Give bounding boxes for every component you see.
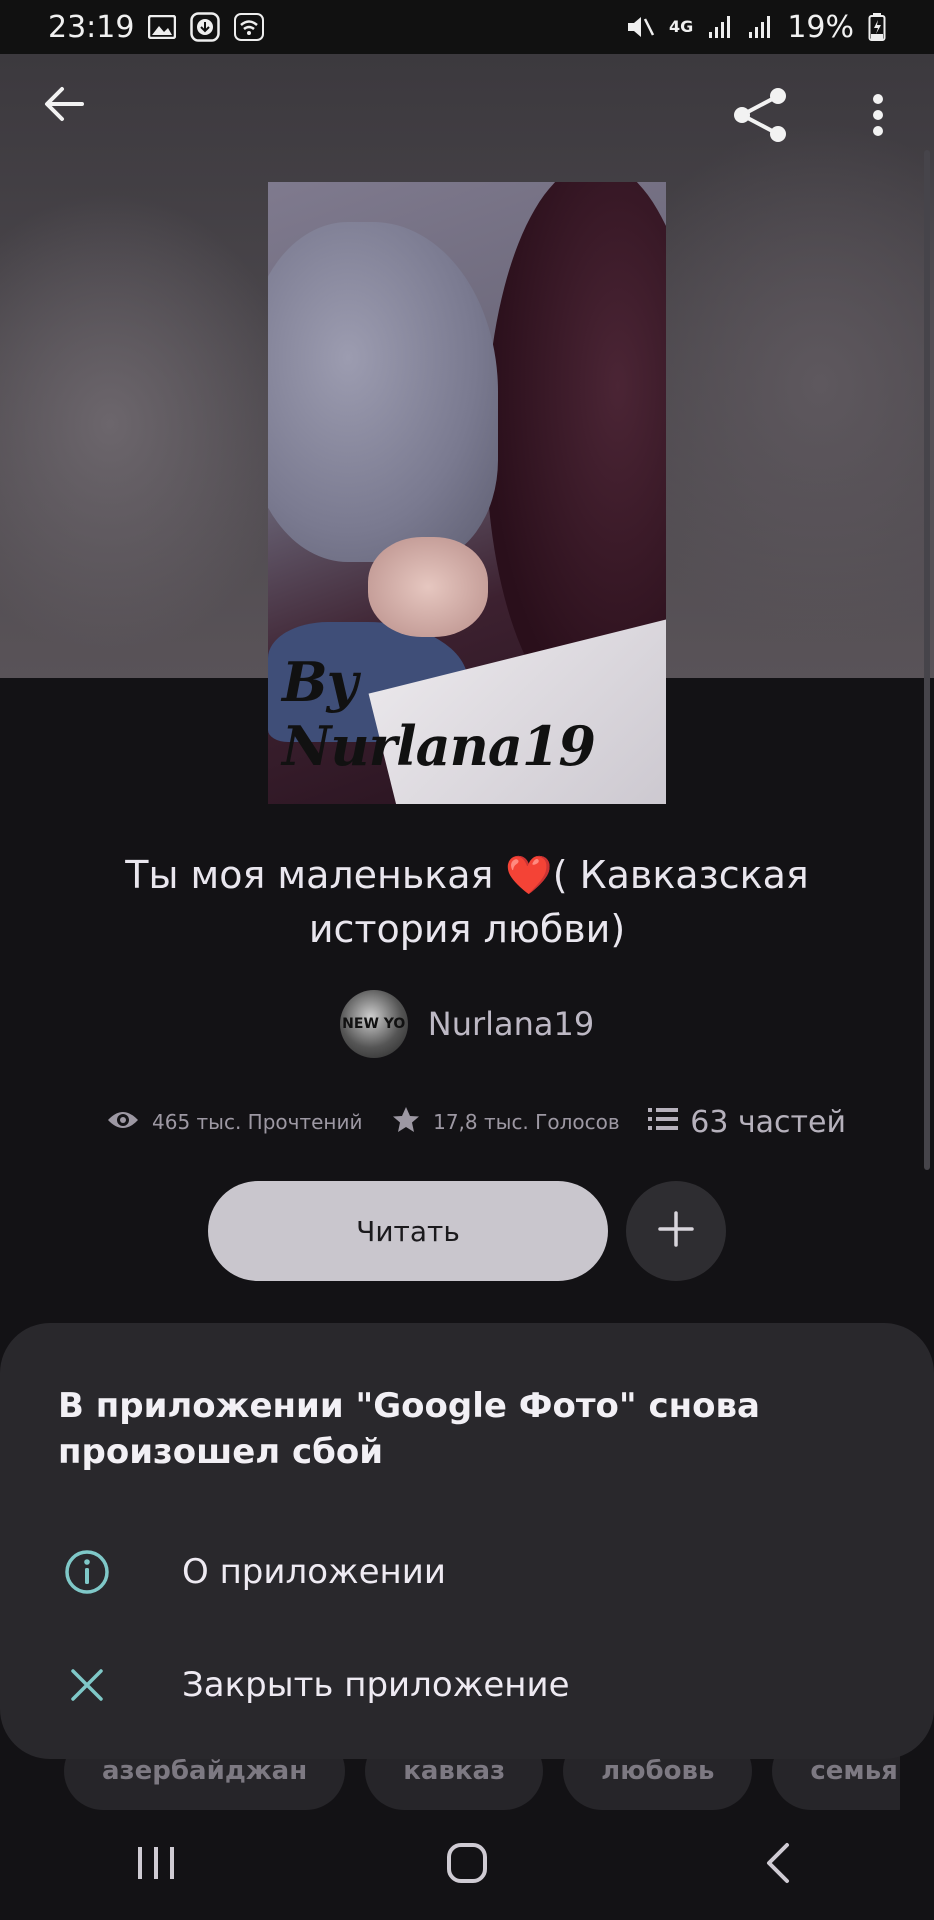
parts-stat[interactable]: 63 частей xyxy=(648,1105,846,1140)
info-icon xyxy=(58,1543,116,1601)
share-button[interactable] xyxy=(728,86,794,148)
signal-icon xyxy=(747,14,773,40)
arrow-left-icon xyxy=(42,84,86,128)
reads-count: 465 тыс. Прочтений xyxy=(152,1110,363,1134)
image-icon xyxy=(148,15,177,39)
scroll-indicator[interactable] xyxy=(924,150,930,1170)
back-button[interactable] xyxy=(38,80,90,132)
parts-count: 63 частей xyxy=(690,1104,846,1140)
close-icon xyxy=(58,1656,116,1714)
book-cover[interactable]: By Nurlana19 xyxy=(268,182,666,804)
votes-stat: 17,8 тыс. Голосов xyxy=(391,1105,620,1140)
avatar-text: NEW YO xyxy=(342,1016,406,1032)
add-to-library-button[interactable] xyxy=(626,1181,726,1281)
dialog-title: В приложении "Google Фото" снова произош… xyxy=(58,1386,760,1472)
more-vertical-icon xyxy=(872,93,884,141)
cover-byline: By Nurlana19 xyxy=(282,650,596,778)
share-icon xyxy=(731,86,791,148)
mute-icon xyxy=(625,13,655,41)
avatar: NEW YO xyxy=(339,990,408,1058)
battery-charging-icon xyxy=(868,12,886,42)
app-info-option[interactable]: О приложении xyxy=(58,1537,878,1607)
plus-icon xyxy=(656,1209,696,1253)
home-button[interactable] xyxy=(407,1825,527,1905)
votes-count: 17,8 тыс. Голосов xyxy=(433,1110,620,1134)
app-crash-dialog: В приложении "Google Фото" снова произош… xyxy=(0,1323,934,1759)
status-bar-right: 4G 19% xyxy=(625,10,886,45)
nav-back-button[interactable] xyxy=(718,1825,838,1905)
story-title: Ты моя маленькая ❤️( Кавказская история … xyxy=(125,853,809,951)
more-options-button[interactable] xyxy=(860,88,896,146)
status-bar: 23:19 4G 19% xyxy=(0,0,934,54)
app-info-label: О приложении xyxy=(182,1552,446,1592)
reads-stat: 465 тыс. Прочтений xyxy=(106,1108,363,1137)
recent-apps-button[interactable] xyxy=(96,1825,216,1905)
download-icon xyxy=(190,12,221,42)
4g-icon: 4G xyxy=(669,17,694,36)
recent-apps-icon xyxy=(134,1843,178,1887)
author-link[interactable]: NEW YO Nurlana19 xyxy=(0,990,934,1058)
status-bar-left: 23:19 xyxy=(48,9,265,45)
eye-icon xyxy=(106,1108,140,1137)
read-button[interactable]: Читать xyxy=(208,1181,608,1281)
close-app-option[interactable]: Закрыть приложение xyxy=(58,1650,878,1720)
story-stats: 465 тыс. Прочтений 17,8 тыс. Голосов 63 … xyxy=(106,1102,846,1142)
system-nav-bar xyxy=(0,1810,934,1920)
close-app-label: Закрыть приложение xyxy=(182,1665,570,1705)
battery-percent: 19% xyxy=(787,9,854,45)
list-icon xyxy=(648,1105,679,1140)
home-icon xyxy=(445,1841,489,1889)
star-icon xyxy=(391,1105,421,1140)
signal-icon xyxy=(707,14,733,40)
status-time: 23:19 xyxy=(48,9,135,45)
author-name: Nurlana19 xyxy=(427,1005,595,1043)
back-icon xyxy=(763,1841,793,1889)
wifi-icon xyxy=(234,13,265,41)
